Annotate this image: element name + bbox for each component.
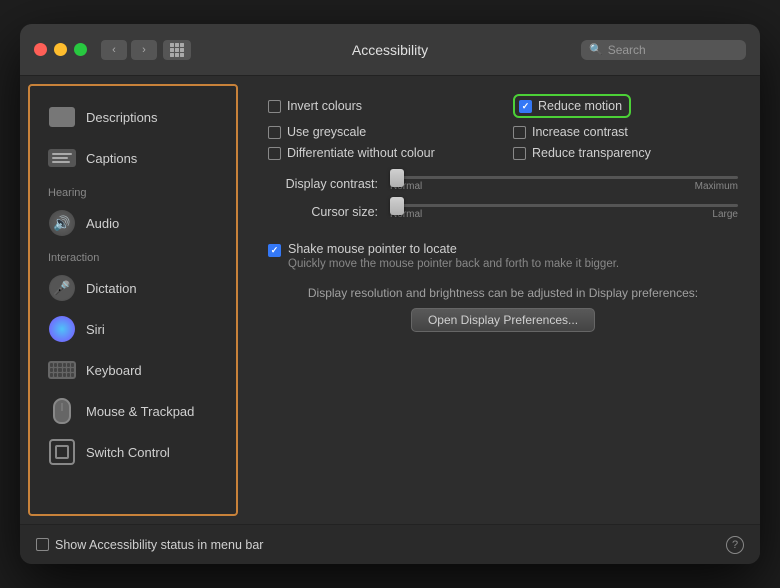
traffic-lights xyxy=(34,43,87,56)
shake-mouse-title: Shake mouse pointer to locate xyxy=(288,242,619,256)
differentiate-without-colour-option[interactable]: Differentiate without colour xyxy=(268,146,493,160)
siri-icon xyxy=(48,315,76,343)
sidebar-item-switch-control-label: Switch Control xyxy=(86,445,170,460)
bottom-bar: Show Accessibility status in menu bar ? xyxy=(20,524,760,564)
cursor-size-thumb[interactable] xyxy=(390,197,404,215)
maximize-button[interactable] xyxy=(74,43,87,56)
right-panel: Invert colours Reduce motion Use greysca… xyxy=(246,76,760,524)
grid-icon xyxy=(170,43,184,57)
sidebar: Descriptions Captions Hearing xyxy=(28,84,238,516)
back-button[interactable]: ‹ xyxy=(101,40,127,60)
shake-mouse-text: Shake mouse pointer to locate Quickly mo… xyxy=(288,242,619,270)
shake-mouse-description: Quickly move the mouse pointer back and … xyxy=(288,258,619,270)
audio-icon: 🔊 xyxy=(48,209,76,237)
forward-icon: › xyxy=(142,44,146,56)
sidebar-item-descriptions[interactable]: Descriptions xyxy=(36,97,230,137)
sidebar-item-keyboard-label: Keyboard xyxy=(86,363,142,378)
sidebar-item-audio-label: Audio xyxy=(86,216,119,231)
keyboard-icon xyxy=(48,356,76,384)
sidebar-item-captions-label: Captions xyxy=(86,151,137,166)
cursor-size-label: Cursor size: xyxy=(268,205,378,219)
sidebar-item-dictation-label: Dictation xyxy=(86,281,137,296)
show-accessibility-status-checkbox[interactable] xyxy=(36,538,49,551)
reduce-motion-checkbox[interactable] xyxy=(519,100,532,113)
titlebar: ‹ › Accessibility 🔍 Search xyxy=(20,24,760,76)
display-contrast-thumb[interactable] xyxy=(390,169,404,187)
reduce-transparency-label: Reduce transparency xyxy=(532,146,651,160)
open-display-preferences-button[interactable]: Open Display Preferences... xyxy=(411,308,595,332)
accessibility-window: ‹ › Accessibility 🔍 Search xyxy=(20,24,760,564)
show-accessibility-status-row[interactable]: Show Accessibility status in menu bar xyxy=(36,538,263,552)
dictation-icon: 🎤 xyxy=(48,274,76,302)
cursor-size-max-label: Large xyxy=(712,209,738,220)
differentiate-without-colour-checkbox[interactable] xyxy=(268,147,281,160)
help-icon: ? xyxy=(732,539,738,551)
sidebar-section-hearing: Hearing xyxy=(30,179,236,202)
cursor-size-labels: Normal Large xyxy=(390,209,738,220)
increase-contrast-option[interactable]: Increase contrast xyxy=(513,125,738,139)
reduce-transparency-checkbox[interactable] xyxy=(513,147,526,160)
mouse-icon xyxy=(48,397,76,425)
sidebar-item-audio[interactable]: 🔊 Audio xyxy=(36,203,230,243)
search-icon: 🔍 xyxy=(589,43,603,56)
increase-contrast-checkbox[interactable] xyxy=(513,126,526,139)
use-greyscale-checkbox[interactable] xyxy=(268,126,281,139)
display-contrast-label: Display contrast: xyxy=(268,177,378,191)
shake-mouse-section: Shake mouse pointer to locate Quickly mo… xyxy=(268,242,738,270)
search-input[interactable]: Search xyxy=(608,43,646,57)
window-title: Accessibility xyxy=(352,42,428,58)
reduce-motion-wrapper: Reduce motion xyxy=(513,94,631,118)
invert-colours-checkbox[interactable] xyxy=(268,100,281,113)
reduce-transparency-option[interactable]: Reduce transparency xyxy=(513,146,738,160)
sidebar-item-captions[interactable]: Captions xyxy=(36,138,230,178)
close-button[interactable] xyxy=(34,43,47,56)
sidebar-item-siri[interactable]: Siri xyxy=(36,309,230,349)
use-greyscale-option[interactable]: Use greyscale xyxy=(268,125,493,139)
display-contrast-slider[interactable]: Normal Maximum xyxy=(390,176,738,192)
sidebar-item-mouse-trackpad[interactable]: Mouse & Trackpad xyxy=(36,391,230,431)
cursor-size-slider[interactable]: Normal Large xyxy=(390,204,738,220)
invert-colours-option[interactable]: Invert colours xyxy=(268,94,493,118)
increase-contrast-label: Increase contrast xyxy=(532,125,628,139)
sidebar-item-switch-control[interactable]: Switch Control xyxy=(36,432,230,472)
sidebar-item-keyboard[interactable]: Keyboard xyxy=(36,350,230,390)
main-content: Descriptions Captions Hearing xyxy=(20,76,760,524)
back-icon: ‹ xyxy=(112,44,116,56)
sidebar-item-siri-label: Siri xyxy=(86,322,105,337)
display-contrast-section: Display contrast: Normal Maximum xyxy=(268,176,738,194)
grid-view-button[interactable] xyxy=(163,40,191,60)
sidebar-item-descriptions-label: Descriptions xyxy=(86,110,158,125)
switch-control-icon xyxy=(48,438,76,466)
minimize-button[interactable] xyxy=(54,43,67,56)
display-note: Display resolution and brightness can be… xyxy=(268,286,738,300)
cursor-size-section: Cursor size: Normal Large xyxy=(268,204,738,222)
sidebar-item-dictation[interactable]: 🎤 Dictation xyxy=(36,268,230,308)
reduce-motion-label: Reduce motion xyxy=(538,99,622,113)
cursor-size-track xyxy=(390,204,738,207)
invert-colours-label: Invert colours xyxy=(287,99,362,113)
descriptions-icon xyxy=(48,103,76,131)
use-greyscale-label: Use greyscale xyxy=(287,125,366,139)
captions-icon xyxy=(48,144,76,172)
show-accessibility-status-label: Show Accessibility status in menu bar xyxy=(55,538,263,552)
shake-mouse-checkbox[interactable] xyxy=(268,244,281,257)
sidebar-section-interaction: Interaction xyxy=(30,244,236,267)
display-contrast-track xyxy=(390,176,738,179)
nav-arrows: ‹ › xyxy=(101,40,157,60)
help-button[interactable]: ? xyxy=(726,536,744,554)
display-contrast-max-label: Maximum xyxy=(695,181,738,192)
forward-button[interactable]: › xyxy=(131,40,157,60)
display-contrast-labels: Normal Maximum xyxy=(390,181,738,192)
search-bar[interactable]: 🔍 Search xyxy=(581,40,746,60)
sidebar-item-mouse-trackpad-label: Mouse & Trackpad xyxy=(86,404,194,419)
display-options: Invert colours Reduce motion Use greysca… xyxy=(268,94,738,160)
differentiate-without-colour-label: Differentiate without colour xyxy=(287,146,435,160)
